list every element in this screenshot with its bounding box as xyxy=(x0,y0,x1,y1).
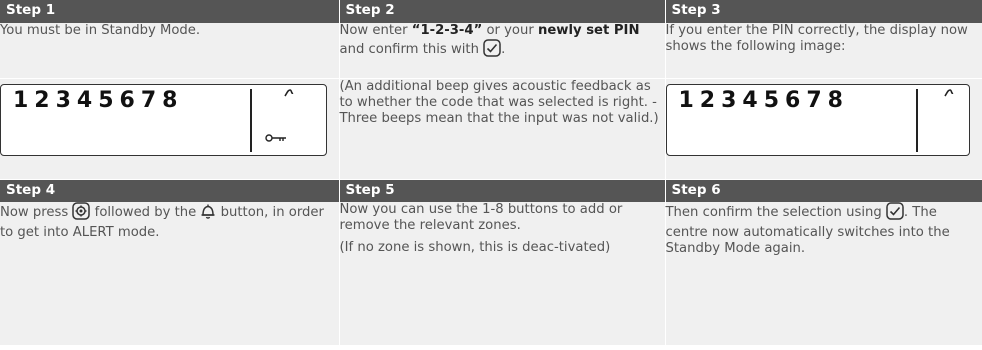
lcd-digits: 12345678 xyxy=(678,87,849,113)
steps-table: Step 1 Step 2 Step 3 You must be in Stan… xyxy=(0,0,982,346)
lcd-divider xyxy=(915,88,918,152)
step-5-header: Step 5 xyxy=(339,179,666,202)
signal-icon xyxy=(283,87,295,104)
step-3-display-cell: 12345678 xyxy=(665,78,982,180)
step-4-text: Now press followed by the button, in ord… xyxy=(0,202,339,241)
step-1-header: Step 1 xyxy=(0,0,340,23)
step-2-header: Step 2 xyxy=(339,0,666,23)
step-1-display-cell: 12345678 xyxy=(0,78,340,180)
bell-icon xyxy=(200,202,216,225)
content-row-2: 12345678 (An additional beep gives acous… xyxy=(0,78,982,180)
signal-icon xyxy=(943,87,955,104)
step-5-text: Now you can use the 1-8 buttons to add o… xyxy=(339,202,623,233)
content-row-3: Now press followed by the button, in ord… xyxy=(0,202,982,346)
step-4-cell: Now press followed by the button, in ord… xyxy=(0,202,340,346)
key-icon xyxy=(265,132,287,148)
lcd-display-1: 12345678 xyxy=(0,83,327,156)
step-4-header: Step 4 xyxy=(0,179,340,202)
header-row-2: Step 4 Step 5 Step 6 xyxy=(0,179,982,202)
step-1-text: You must be in Standby Mode. xyxy=(0,23,201,38)
lcd-display-2: 12345678 xyxy=(665,83,970,156)
step-2-note: (An additional beep gives acoustic feedb… xyxy=(339,78,659,126)
lcd-divider xyxy=(250,88,252,152)
lcd-digits: 12345678 xyxy=(13,87,184,113)
step-1-cell: You must be in Standby Mode. xyxy=(0,23,340,79)
header-row-1: Step 1 Step 2 Step 3 xyxy=(0,0,982,23)
content-row-1: You must be in Standby Mode. Now enter “… xyxy=(0,23,982,79)
step-5-note: (If no zone is shown, this is deac-tivat… xyxy=(339,240,611,255)
step-6-text: Then confirm the selection using . The c… xyxy=(666,202,982,257)
step-2-cell: Now enter “1-2-3-4” or your newly set PI… xyxy=(339,23,666,79)
check-icon xyxy=(886,202,904,225)
settings-icon xyxy=(72,202,91,225)
step-3-cell: If you enter the PIN correctly, the disp… xyxy=(665,23,982,79)
check-icon xyxy=(483,39,501,62)
step-6-cell: Then confirm the selection using . The c… xyxy=(665,202,982,346)
step-5-cell: Now you can use the 1-8 buttons to add o… xyxy=(339,202,666,346)
step-3-text: If you enter the PIN correctly, the disp… xyxy=(665,23,968,54)
step-2-note-cell: (An additional beep gives acoustic feedb… xyxy=(339,78,666,180)
step-3-header: Step 3 xyxy=(665,0,982,23)
step-2-text: Now enter “1-2-3-4” or your newly set PI… xyxy=(340,23,665,62)
step-6-header: Step 6 xyxy=(665,179,982,202)
